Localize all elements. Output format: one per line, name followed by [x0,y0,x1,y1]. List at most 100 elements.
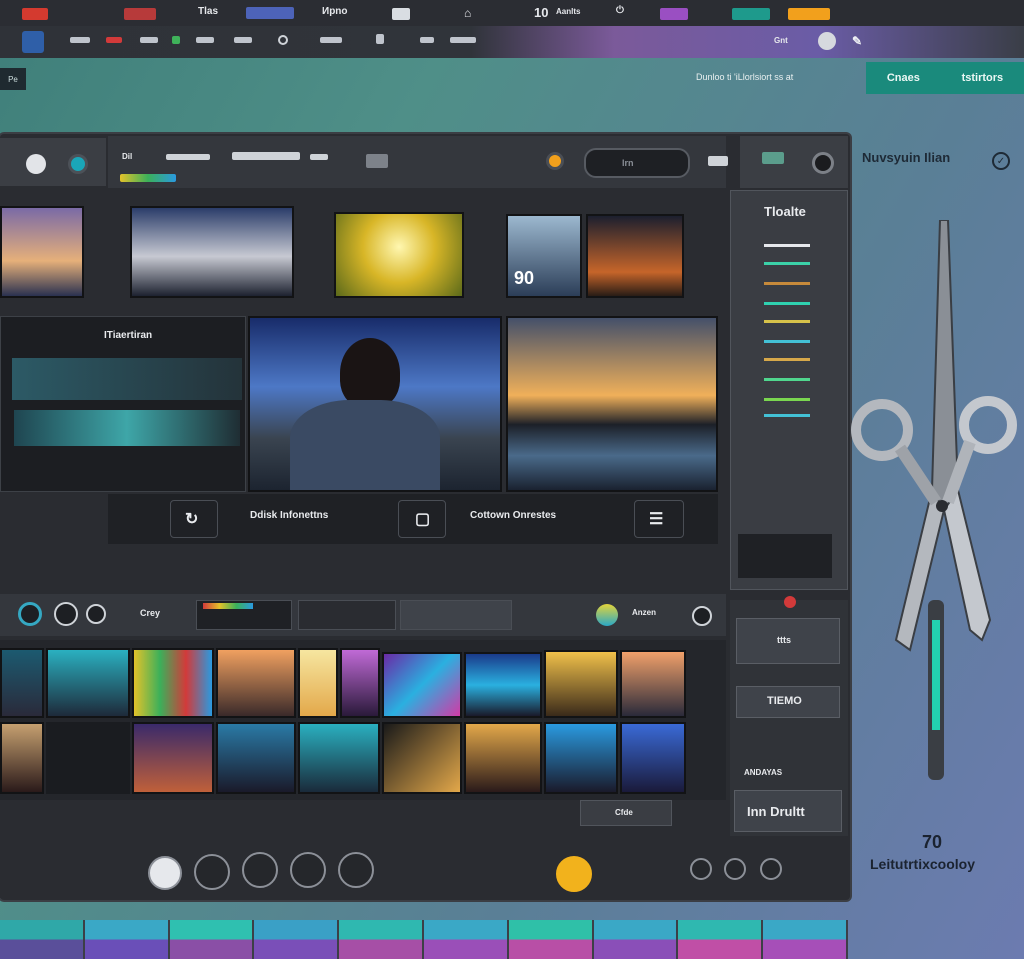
timeline-slot-2[interactable] [400,600,512,630]
timeline-end-icon[interactable] [692,606,712,626]
preview-secondary[interactable] [506,316,718,492]
side-button-1[interactable]: ttts [736,618,840,664]
clip-thumb-18[interactable] [620,722,686,794]
clip-thumb-17[interactable] [544,722,618,794]
menu-chip-red-2[interactable] [124,8,156,20]
menu-item-10[interactable]: 10 [534,5,548,20]
clip-thumb-9[interactable] [544,650,618,718]
menu-chip-orange[interactable] [788,8,830,20]
settings-icon[interactable] [818,32,836,50]
menu-item-ipno[interactable]: Иpno [322,6,348,17]
clip-footer-button[interactable]: Cfde [580,800,672,826]
swatch-2[interactable] [84,920,170,959]
home-icon[interactable]: ⌂ [464,6,471,20]
header-badge[interactable]: Cnaes tstirtors [866,62,1024,94]
clip-thumb-15[interactable] [382,722,462,794]
media-thumb-1[interactable] [0,206,84,298]
transport-stop-icon[interactable] [194,854,230,890]
clip-thumb-2[interactable] [46,648,130,718]
toolbar-chip-4[interactable] [172,36,180,44]
swatch-7[interactable] [508,920,594,959]
toolbar-label-gnt[interactable]: Gnt [774,36,788,45]
clip-thumb-7[interactable] [382,652,462,718]
toolbar-chip-10[interactable] [450,37,476,43]
swatch-3[interactable] [169,920,255,959]
side-record-icon[interactable] [784,596,796,608]
crop-icon[interactable]: ↻ [170,500,218,538]
clip-thumb-10[interactable] [620,650,686,718]
menu-icon[interactable]: ☰ [634,500,684,538]
side-button-4[interactable]: Inn Drultt [734,790,842,832]
timeline-clock-icon[interactable] [86,604,106,624]
header-label-dil[interactable]: Dil [122,152,132,161]
play-icon[interactable] [26,154,46,174]
lock-icon[interactable] [546,152,564,170]
toolbar-chip-5[interactable] [196,37,214,43]
timeline-label-left[interactable]: Crey [140,608,160,618]
edit-icon[interactable]: ✎ [852,34,862,48]
toolbar-chip-1[interactable] [70,37,90,43]
toolbar-chip-8[interactable] [376,34,384,44]
menu-chip-red[interactable] [22,8,48,20]
header-chip-2[interactable] [232,152,300,160]
transport-aux-1-icon[interactable] [690,858,712,880]
toolbar-chip-6[interactable] [234,37,252,43]
header-chip-3[interactable] [310,154,328,160]
swatch-4[interactable] [254,920,340,959]
swatch-9[interactable] [678,920,764,959]
timeline-record-icon[interactable] [18,602,42,626]
header-chip-4[interactable] [366,154,388,168]
clip-thumb-4[interactable] [216,648,296,718]
record-icon[interactable] [68,154,88,174]
header-chip-1[interactable] [166,154,210,160]
transport-marker-icon[interactable] [556,856,592,892]
toolbar-chip-3[interactable] [140,37,158,43]
clip-thumb-16[interactable] [464,722,542,794]
transport-loop-icon[interactable] [338,852,374,888]
media-thumb-4[interactable]: 90 [506,214,582,298]
timeline-slot-1[interactable] [298,600,396,630]
clip-info-preview[interactable] [14,410,240,446]
clip-thumb-3[interactable] [132,648,214,718]
media-thumb-5[interactable] [586,214,684,298]
timecode-display[interactable]: lrn [584,148,690,178]
toolbar-chip-7[interactable] [320,37,342,43]
side-button-2[interactable]: TIEMO [736,686,840,718]
color-picker-icon[interactable] [596,604,618,626]
timeline-meter[interactable] [196,600,292,630]
swatch-8[interactable] [593,920,679,959]
menu-chip-teal[interactable] [732,8,770,20]
preview-main[interactable] [248,316,502,492]
menu-item-aanlts[interactable]: Aanlts [556,7,580,16]
clip-thumb-14[interactable] [298,722,380,794]
clip-thumb-5[interactable] [298,648,338,718]
menu-chip-white[interactable] [392,8,410,20]
menu-chip-blue[interactable] [246,7,294,19]
media-thumb-3[interactable] [334,212,464,298]
toolbar-chip-2[interactable] [106,37,122,43]
clip-thumb-13[interactable] [216,722,296,794]
transport-rewind-icon[interactable] [242,852,278,888]
swatch-10[interactable] [763,920,848,959]
master-knob[interactable] [812,152,834,174]
swatch-6[interactable] [423,920,509,959]
clip-thumb-1[interactable] [0,648,44,718]
toolbar-chip-9[interactable] [420,37,434,43]
square-icon[interactable]: ▢ [398,500,446,538]
power-icon[interactable]: ⏻ [616,5,624,16]
app-logo-icon[interactable] [22,31,44,53]
swatch-5[interactable] [339,920,424,959]
transport-aux-3-icon[interactable] [760,858,782,880]
clip-thumb-12[interactable] [132,722,214,794]
swatch-1[interactable] [0,920,85,959]
menu-item-tlas[interactable]: Tlas [198,6,218,17]
refresh-icon[interactable] [278,35,288,45]
media-thumb-2[interactable] [130,206,294,298]
timeline-chat-icon[interactable] [54,602,78,626]
clip-thumb-6[interactable] [340,648,380,718]
header-chip-6[interactable] [762,152,784,164]
clip-thumb-8[interactable] [464,652,542,718]
timeline-label-right[interactable]: Anzen [632,608,656,617]
transport-play-icon[interactable] [148,856,182,890]
clip-thumb-11[interactable] [0,722,44,794]
